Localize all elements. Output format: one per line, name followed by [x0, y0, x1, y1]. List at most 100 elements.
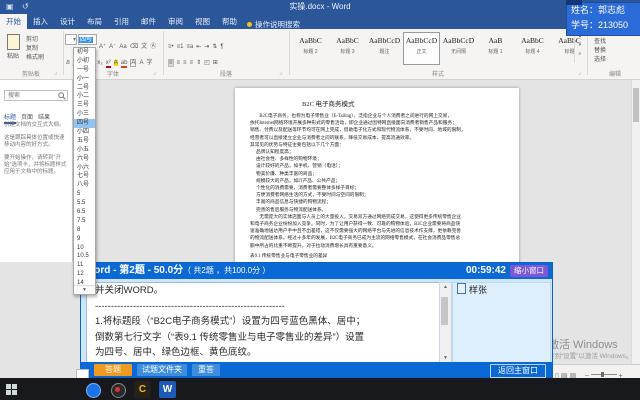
font-size-option[interactable]: 小六 [74, 164, 95, 173]
font-size-option[interactable]: 小四 [74, 128, 95, 137]
font-size-option[interactable]: 小二 [74, 92, 95, 101]
taskbar-recorder-icon[interactable] [109, 381, 126, 398]
taskbar-browser-icon[interactable] [84, 381, 101, 398]
styles-gallery-scroll[interactable]: ▴▾≡ [574, 32, 585, 63]
font-tool-icon[interactable]: A [139, 60, 143, 66]
font-tool-icon[interactable]: Ⓐ [150, 41, 156, 50]
zoom-slider-knob[interactable] [601, 372, 604, 377]
clipboard-dialog-launcher-icon[interactable]: ⌟ [54, 69, 57, 76]
font-size-option[interactable]: 11 [74, 261, 95, 270]
paragraph-tool-icon[interactable]: ⇕ [196, 59, 201, 66]
ribbon-tab[interactable]: 审阅 [162, 14, 189, 29]
back-to-main-button[interactable]: 返回主窗口 [490, 364, 546, 378]
font-size-option[interactable]: 二号 [74, 84, 95, 93]
answer-button[interactable]: 答题 [94, 364, 132, 376]
styles-dialog-launcher-icon[interactable]: ⌟ [578, 69, 581, 76]
font-size-option[interactable]: 5.5 [74, 199, 95, 208]
font-tool-icon[interactable]: A⁺ [99, 43, 106, 50]
scroll-up-icon[interactable]: ▲ [440, 284, 451, 290]
editing-button[interactable]: 替换 [594, 47, 606, 56]
scrollbar-thumb[interactable] [441, 297, 448, 325]
font-size-option[interactable]: 八号 [74, 181, 95, 190]
font-size-option[interactable]: 小五 [74, 146, 95, 155]
paragraph-tool-icon[interactable]: ⇅ [212, 43, 217, 50]
question-scrollbar[interactable]: ▲ ▼ [439, 282, 452, 363]
taskbar-exam-app-icon[interactable]: C [134, 381, 151, 398]
font-size-option[interactable]: 10.5 [74, 252, 95, 261]
paragraph-tool-icon[interactable]: ⇥ [204, 43, 209, 50]
sample-item[interactable]: 样张 [453, 283, 550, 297]
clipboard-button[interactable]: 复制 [26, 45, 44, 54]
paragraph-dialog-launcher-icon[interactable]: ⌟ [279, 69, 282, 76]
style-item[interactable]: AaBbCcD 正文 [403, 32, 440, 65]
ribbon-tab[interactable]: 设计 [54, 14, 81, 29]
shrink-window-button[interactable]: 缩小窗口 [510, 265, 548, 277]
editing-button[interactable]: 选择 [594, 56, 606, 65]
zoom-slider[interactable] [591, 374, 617, 375]
dropdown-scroll-down-icon[interactable]: ▼ [74, 285, 95, 294]
font-size-option[interactable]: 10 [74, 244, 95, 253]
ribbon-tab[interactable]: 帮助 [216, 14, 243, 29]
document-scrollbar[interactable] [631, 80, 640, 364]
paragraph-tool-icon[interactable]: ≡ [177, 60, 181, 66]
font-size-option[interactable]: 7.5 [74, 217, 95, 226]
font-size-option[interactable]: 三号 [74, 101, 95, 110]
font-tool-icon[interactable]: B [66, 60, 70, 66]
font-tool-icon[interactable]: x₂ [97, 60, 102, 66]
font-size-option[interactable]: 8 [74, 226, 95, 235]
font-tool-icon[interactable]: ab [121, 60, 128, 68]
font-tool-icon[interactable]: 字 [146, 57, 152, 66]
font-tool-icon[interactable]: ⌫ [130, 43, 138, 50]
font-size-option[interactable]: 六号 [74, 155, 95, 164]
exam-folder-button[interactable]: 试题文件夹 [137, 364, 187, 376]
paragraph-tool-icon[interactable]: ≡ [183, 60, 187, 66]
font-size-option[interactable]: 五号 [74, 137, 95, 146]
paragraph-tool-icon[interactable]: ≡ [190, 60, 194, 66]
start-button[interactable] [6, 384, 17, 395]
font-tool-icon[interactable]: Aa [119, 44, 126, 50]
font-size-option[interactable]: 小初 [74, 57, 95, 66]
taskbar-word-icon[interactable]: W [159, 381, 176, 398]
paragraph-tool-icon[interactable]: ≡• [168, 44, 174, 50]
clipboard-button[interactable]: 剪切 [26, 36, 44, 45]
font-size-combobox[interactable]: 四号▾ [78, 34, 97, 45]
ribbon-tab[interactable]: 邮件 [135, 14, 162, 29]
font-tool-icon[interactable]: 文 [141, 41, 147, 50]
font-size-option[interactable]: 6.5 [74, 208, 95, 217]
font-size-option[interactable]: 七号 [74, 172, 95, 181]
paragraph-tool-icon[interactable]: ⊞ [213, 59, 218, 66]
ribbon-tab[interactable]: 视图 [189, 14, 216, 29]
ribbon-tab[interactable]: 引用 [108, 14, 135, 29]
font-size-option[interactable]: 5 [74, 190, 95, 199]
paragraph-tool-icon[interactable]: ≡ [168, 59, 174, 67]
style-item[interactable]: AaBbCcD 无间隔 [440, 32, 477, 65]
font-size-option[interactable]: 9 [74, 235, 95, 244]
clipboard-button[interactable]: 格式刷 [26, 54, 44, 63]
font-size-option[interactable]: 小一 [74, 75, 95, 84]
font-dialog-launcher-icon[interactable]: ⌟ [153, 69, 156, 76]
question-text-area[interactable]: 并关闭WORD。--------------------------------… [86, 282, 440, 363]
style-item[interactable]: AaBbC 标题 4 [514, 32, 551, 65]
editing-button[interactable]: 查找 [594, 38, 606, 47]
nav-tab[interactable]: 结果 [38, 115, 50, 122]
font-size-option[interactable]: 12 [74, 270, 95, 279]
font-tool-icon[interactable]: A [114, 60, 118, 66]
style-item[interactable]: AaBbC 标题 2 [292, 32, 329, 65]
paragraph-tool-icon[interactable]: ≡a [186, 44, 193, 50]
scrollbar-thumb[interactable] [633, 88, 639, 122]
paragraph-tool-icon[interactable]: ¶ [220, 44, 223, 50]
ribbon-tab[interactable]: 插入 [27, 14, 54, 29]
paragraph-tool-icon[interactable]: ≡1 [177, 44, 184, 50]
style-item[interactable]: AaBbC 标题 3 [329, 32, 366, 65]
ribbon-tab[interactable]: 布局 [81, 14, 108, 29]
paragraph-tool-icon[interactable]: ⇤ [196, 43, 201, 50]
redo-button[interactable]: 重答 [192, 364, 220, 376]
font-size-option[interactable]: 小三 [74, 110, 95, 119]
font-size-option[interactable]: 一号 [74, 66, 95, 75]
font-tool-icon[interactable]: A [130, 59, 136, 67]
font-name-combobox[interactable]: ▾ [65, 34, 77, 45]
tell-me-search[interactable]: 操作说明搜索 [247, 14, 300, 29]
font-size-option[interactable]: 四号 [74, 119, 95, 128]
font-tool-icon[interactable]: A⁻ [109, 43, 116, 50]
nav-tab[interactable]: 页面 [21, 115, 33, 122]
